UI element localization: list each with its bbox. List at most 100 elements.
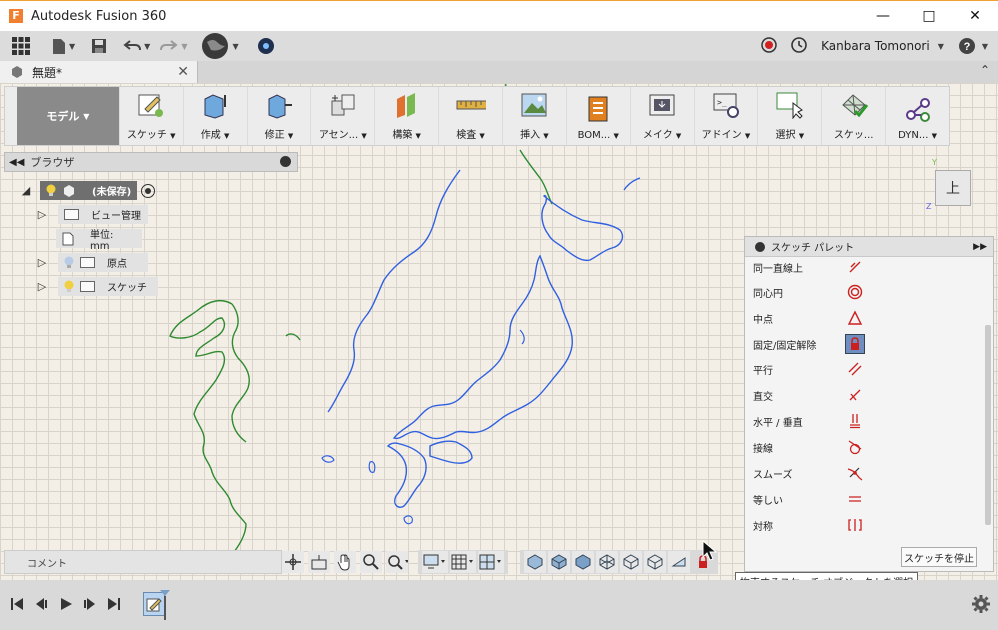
tree-root-row[interactable]: ◢ (未保存)	[20, 181, 156, 200]
orbit-icon[interactable]	[282, 551, 304, 573]
constraint-horizontal-vertical[interactable]: 水平 / 垂直	[753, 411, 981, 431]
step-forward-icon[interactable]	[82, 596, 98, 612]
select-vertices-icon[interactable]	[644, 551, 666, 573]
tool-sketch[interactable]: スケッチ ▼	[118, 87, 183, 145]
fit-view-icon[interactable]	[386, 551, 408, 573]
tree-row-view-management[interactable]: ▷ ビュー管理	[36, 205, 148, 224]
minimize-button[interactable]: —	[860, 1, 906, 31]
look-at-icon[interactable]	[308, 551, 330, 573]
close-window-button[interactable]: ✕	[952, 1, 998, 31]
symmetric-icon[interactable]	[845, 515, 865, 535]
expand-arrow-icon[interactable]: ▷	[36, 208, 48, 221]
tool-bom[interactable]: BOM... ▼	[565, 87, 630, 145]
save-icon[interactable]	[91, 33, 107, 59]
constraint-collinear[interactable]: 同一直線上	[753, 257, 981, 277]
help-icon[interactable]: ? ▼	[958, 37, 988, 55]
comment-bar[interactable]: コメント	[4, 550, 282, 574]
browser-minimize-icon[interactable]	[280, 156, 291, 167]
tool-addin[interactable]: >_ アドイン ▼	[693, 87, 758, 145]
document-tab[interactable]: 無題* ✕	[0, 61, 198, 83]
select-sketch-icon[interactable]	[668, 551, 690, 573]
viewports-icon[interactable]	[478, 551, 504, 573]
tool-construct[interactable]: 構築 ▼	[374, 87, 438, 145]
data-panel-globe-icon[interactable]: ▼	[201, 33, 239, 59]
constraint-parallel[interactable]: 平行	[753, 359, 981, 379]
activate-radio-icon[interactable]	[141, 183, 156, 198]
tool-make[interactable]: メイク ▼	[629, 87, 694, 145]
select-components-icon[interactable]	[548, 551, 570, 573]
tool-create[interactable]: 作成 ▼	[182, 87, 247, 145]
perpendicular-icon[interactable]	[845, 385, 865, 405]
workspace-switcher[interactable]: モデル ▼	[17, 87, 119, 145]
select-faces-icon[interactable]	[572, 551, 594, 573]
select-wireframe-icon[interactable]	[596, 551, 618, 573]
tool-inspect[interactable]: 検査 ▼	[438, 87, 502, 145]
tool-insert[interactable]: 挿入 ▼	[501, 87, 566, 145]
tree-row-origin[interactable]: ▷ 原点	[36, 253, 148, 272]
go-to-start-icon[interactable]	[9, 596, 25, 612]
constraint-concentric[interactable]: 同心円	[753, 282, 981, 302]
tangent-icon[interactable]	[845, 437, 865, 457]
constraint-symmetric[interactable]: 対称	[753, 515, 981, 535]
palette-scrollbar[interactable]	[985, 325, 991, 525]
constraint-perpendicular[interactable]: 直交	[753, 385, 981, 405]
go-to-end-icon[interactable]	[106, 596, 122, 612]
tree-node-origin[interactable]: 原点	[58, 253, 148, 272]
maximize-button[interactable]: □	[906, 1, 952, 31]
tool-modify[interactable]: 修正 ▼	[246, 87, 311, 145]
extension-icon[interactable]	[257, 33, 275, 59]
constraint-smooth[interactable]: スムーズ	[753, 463, 981, 483]
parallel-icon[interactable]	[845, 359, 865, 379]
horizontal-vertical-icon[interactable]	[845, 411, 865, 431]
expand-root-icon[interactable]: ◢	[20, 184, 32, 197]
constraint-midpoint[interactable]: 中点	[753, 308, 981, 328]
lightbulb-off-icon[interactable]	[64, 256, 74, 269]
smooth-icon[interactable]	[845, 463, 865, 483]
collapse-tabs-icon[interactable]: ⌃	[980, 63, 990, 77]
pan-hand-icon[interactable]	[334, 551, 356, 573]
view-cube[interactable]: 上	[935, 170, 971, 206]
lightbulb-icon[interactable]	[46, 184, 56, 197]
job-status-clock-icon[interactable]	[791, 36, 807, 56]
timeline-settings-gear-icon[interactable]	[972, 595, 990, 616]
app-grid-icon[interactable]	[12, 33, 30, 59]
record-icon[interactable]	[761, 36, 777, 56]
close-tab-icon[interactable]: ✕	[177, 64, 189, 80]
tree-node-units[interactable]: 単位: mm	[56, 229, 142, 252]
expand-arrow-icon[interactable]: ▷	[36, 280, 48, 293]
tool-select[interactable]: 選択 ▼	[757, 87, 821, 145]
timeline-marker[interactable]	[160, 590, 170, 620]
redo-icon[interactable]: ▼	[160, 33, 187, 59]
concentric-icon[interactable]	[845, 282, 865, 302]
tree-row-units[interactable]: 単位: mm	[56, 229, 142, 252]
file-menu-button[interactable]: ▼	[52, 33, 75, 59]
tree-node-root[interactable]: (未保存)	[40, 181, 138, 200]
expand-arrow-icon[interactable]: ▷	[36, 256, 48, 269]
select-bodies-icon[interactable]	[524, 551, 546, 573]
tool-assemble[interactable]: アセン... ▼	[310, 87, 374, 145]
palette-minimize-icon[interactable]	[755, 241, 765, 252]
tree-row-sketches[interactable]: ▷ スケッチ	[36, 277, 158, 296]
grid-settings-icon[interactable]	[450, 551, 476, 573]
constraint-tangent[interactable]: 接線	[753, 437, 981, 457]
lightbulb-icon[interactable]	[64, 280, 74, 293]
user-account-menu[interactable]: Kanbara Tomonori ▼	[821, 39, 944, 53]
constraint-fix-unfix[interactable]: 固定/固定解除	[753, 334, 981, 354]
tool-sketch-check[interactable]: スケッ...	[821, 87, 885, 145]
palette-expand-icon[interactable]: ▶▶	[973, 242, 987, 252]
step-back-icon[interactable]	[33, 596, 49, 612]
midpoint-icon[interactable]	[845, 308, 865, 328]
tool-dynamo[interactable]: DYN... ▼	[885, 87, 949, 145]
constraint-equal[interactable]: 等しい	[753, 489, 981, 509]
select-edges-icon[interactable]	[620, 551, 642, 573]
stop-sketch-button[interactable]: スケッチを停止	[901, 547, 977, 567]
play-icon[interactable]	[58, 596, 74, 612]
display-settings-icon[interactable]	[422, 551, 448, 573]
lock-icon[interactable]	[845, 334, 865, 354]
collapse-browser-icon[interactable]: ◀◀	[9, 157, 24, 168]
undo-icon[interactable]: ▼	[123, 33, 150, 59]
tree-node-sketches[interactable]: スケッチ	[58, 277, 158, 296]
collinear-icon[interactable]	[845, 257, 865, 277]
equal-icon[interactable]	[845, 489, 865, 509]
tree-node-view-management[interactable]: ビュー管理	[58, 205, 148, 224]
